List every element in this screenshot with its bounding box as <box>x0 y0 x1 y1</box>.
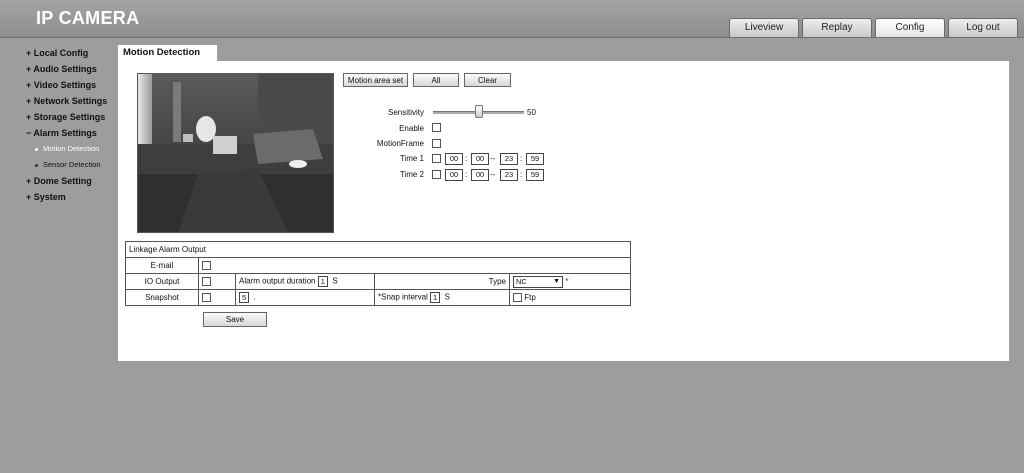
alarm-duration-label: Alarm output duration <box>239 276 316 286</box>
motionframe-label: MotionFrame <box>376 139 424 148</box>
tab-liveview[interactable]: Liveview <box>729 18 799 37</box>
time2-checkbox[interactable] <box>432 170 441 179</box>
time2-start-hour[interactable]: 00 <box>445 169 463 181</box>
motionframe-checkbox[interactable] <box>432 139 441 148</box>
time-separator: : <box>520 170 523 179</box>
range-separator: -- <box>490 170 496 179</box>
bullet-icon <box>35 163 38 167</box>
sidebar-item-local-config[interactable]: + Local Config <box>26 47 116 63</box>
type-select[interactable]: NC ▼ <box>513 275 563 288</box>
io-output-checkbox[interactable] <box>202 277 211 287</box>
camera-preview[interactable] <box>137 73 334 233</box>
select-all-button[interactable]: All <box>413 73 459 87</box>
ftp-checkbox[interactable] <box>513 293 522 303</box>
snapshot-checkbox[interactable] <box>202 293 211 303</box>
time2-start-minute[interactable]: 00 <box>471 169 489 181</box>
sidebar-item-network-settings[interactable]: + Network Settings <box>26 95 116 111</box>
sidebar-item-system[interactable]: + System <box>26 191 116 207</box>
sidebar: + Local Config + Audio Settings + Video … <box>26 47 116 207</box>
app-logo: IP CAMERA <box>36 8 140 28</box>
range-separator: -- <box>490 154 496 163</box>
snapshot-dot: . <box>253 292 256 302</box>
motion-area-set-button[interactable]: Motion area set <box>343 73 408 87</box>
time1-end-hour[interactable]: 23 <box>500 153 518 165</box>
ftp-label: Ftp <box>524 292 536 302</box>
linkage-alarm-table: Linkage Alarm Output E-mail IO Output Al… <box>125 241 631 306</box>
enable-checkbox[interactable] <box>432 123 441 132</box>
snap-interval-label: *Snap interval <box>378 292 428 302</box>
clear-button[interactable]: Clear <box>464 73 511 87</box>
panel-tab-title: Motion Detection <box>118 45 217 61</box>
sensitivity-value: 50 <box>527 108 536 117</box>
sidebar-item-motion-detection[interactable]: Motion Detection <box>26 143 116 159</box>
sidebar-item-sensor-detection[interactable]: Sensor Detection <box>26 159 116 175</box>
tab-config[interactable]: Config <box>875 18 945 37</box>
motion-detection-panel: Motion area set All Clear Sensitivity 50… <box>118 61 1009 361</box>
sidebar-item-audio-settings[interactable]: + Audio Settings <box>26 63 116 79</box>
sensitivity-label: Sensitivity <box>387 108 424 117</box>
alarm-duration-input[interactable]: 1 <box>317 276 328 287</box>
bullet-icon <box>35 147 38 151</box>
io-output-label: IO Output <box>125 273 199 290</box>
time1-start-minute[interactable]: 00 <box>471 153 489 165</box>
sensitivity-slider-handle[interactable] <box>475 105 483 118</box>
time2-end-hour[interactable]: 23 <box>500 169 518 181</box>
required-mark: * <box>565 276 569 286</box>
alarm-duration-unit: S <box>332 276 338 286</box>
time1-start-hour[interactable]: 00 <box>445 153 463 165</box>
snap-interval-input[interactable]: 1 <box>430 292 441 303</box>
top-header: IP CAMERA Liveview Replay Config Log out <box>0 0 1024 38</box>
time1-label: Time 1 <box>399 154 424 163</box>
time1-end-minute[interactable]: 59 <box>526 153 544 165</box>
linkage-header: Linkage Alarm Output <box>125 241 631 258</box>
type-label: Type <box>374 273 510 290</box>
email-label: E-mail <box>125 257 199 274</box>
sidebar-item-storage-settings[interactable]: + Storage Settings <box>26 111 116 127</box>
sidebar-item-video-settings[interactable]: + Video Settings <box>26 79 116 95</box>
email-checkbox[interactable] <box>202 261 211 271</box>
tab-logout[interactable]: Log out <box>948 18 1018 37</box>
sidebar-item-dome-setting[interactable]: + Dome Setting <box>26 175 116 191</box>
snap-interval-unit: S <box>444 292 451 302</box>
time2-end-minute[interactable]: 59 <box>526 169 544 181</box>
camera-feed-image <box>138 74 333 232</box>
snapshot-count-input[interactable]: 5 <box>239 292 250 303</box>
sidebar-item-alarm-settings[interactable]: − Alarm Settings <box>26 127 116 143</box>
main-tabs: Liveview Replay Config Log out <box>726 18 1018 37</box>
save-button[interactable]: Save <box>203 312 267 327</box>
tab-replay[interactable]: Replay <box>802 18 872 37</box>
time1-checkbox[interactable] <box>432 154 441 163</box>
enable-label: Enable <box>399 124 424 133</box>
snapshot-label: Snapshot <box>125 289 199 306</box>
time-separator: : <box>465 154 468 163</box>
chevron-down-icon: ▼ <box>553 277 560 285</box>
time-separator: : <box>465 170 468 179</box>
time-separator: : <box>520 154 523 163</box>
time2-label: Time 2 <box>399 170 424 179</box>
